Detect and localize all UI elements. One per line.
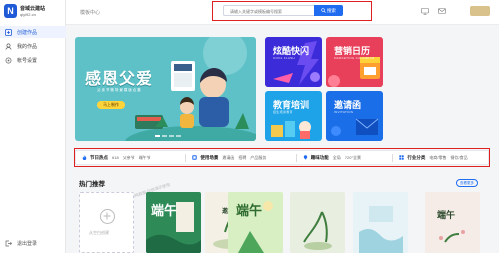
template-tile[interactable]: 端午 (228, 192, 283, 253)
promo-card-flash[interactable]: 炫酷快闪 COOL FLASH (265, 37, 322, 87)
tile-title: 端午 (236, 203, 263, 218)
fun-icon (303, 155, 308, 160)
banner-title: 感恩父爱 (85, 71, 154, 88)
filter-tag[interactable]: 618 (112, 155, 119, 160)
filter-group-fun: 趣味功能 全局 720°全景 (297, 150, 390, 165)
filter-tag[interactable]: 招聘 (238, 155, 246, 161)
template-tile[interactable]: 端午 (146, 192, 201, 253)
sidebar-item-create[interactable]: 创建作品 (0, 26, 66, 38)
works-icon (5, 43, 12, 50)
breadcrumb[interactable]: 模板中心 (80, 9, 100, 16)
banner-cta-button[interactable]: 马上制作 (97, 101, 125, 109)
filter-tag[interactable]: 720°全景 (345, 155, 361, 161)
filter-tag[interactable]: 邀请函 (222, 155, 234, 161)
search-input[interactable] (226, 7, 312, 15)
plus-icon (100, 209, 115, 224)
carousel-dot[interactable] (162, 135, 167, 137)
filter-tag[interactable]: 全局 (333, 155, 341, 161)
top-icons (421, 8, 446, 15)
fire-icon (82, 155, 87, 160)
tile-artwork (303, 211, 332, 250)
sidebar-item-works[interactable]: 我的作品 (0, 40, 66, 52)
promo-card-subtitle: MARKETING CALENDAR (334, 56, 375, 60)
filter-group-scene: 使用场景 邀请函 招聘 产品服务 (186, 150, 292, 165)
filter-group-festival: 节日热点 618 父亲节 端午节 (76, 150, 182, 165)
template-tile[interactable] (290, 192, 345, 253)
carousel-dot[interactable] (176, 135, 181, 137)
filter-heading[interactable]: 趣味功能 (311, 155, 329, 161)
filter-tag[interactable]: 餐饮/食品 (451, 155, 468, 161)
template-tile[interactable]: 端午 (425, 192, 480, 253)
carousel-dot[interactable] (169, 135, 174, 137)
sidebar: N 音域云建站 qiyi92.cn 创建作品 我的作品 帐号设置 退出登录 (0, 0, 66, 253)
avatar[interactable] (470, 6, 490, 16)
hero-banner[interactable]: 感恩父爱 父 亲 节 微 场 景 模 版 合 集 马上制作 (75, 37, 256, 141)
filter-tag[interactable]: 父亲节 (123, 155, 135, 161)
search-box: 搜索 (223, 5, 343, 16)
logout-button[interactable]: 退出登录 (5, 240, 37, 247)
blank-template-label: 从空白创建 (89, 230, 109, 235)
search-button[interactable]: 搜索 (314, 5, 343, 16)
message-icon[interactable] (438, 8, 446, 15)
promo-card-education[interactable]: 教育培训 招生培训教育 (265, 91, 322, 141)
template-tile[interactable] (353, 192, 408, 253)
banner-subtitle: 父 亲 节 微 场 景 模 版 合 集 (97, 88, 141, 92)
carousel-dot[interactable] (155, 135, 160, 137)
brand-logo[interactable]: N 音域云建站 qiyi92.cn (4, 4, 62, 20)
filter-tag[interactable]: 电商/零售 (429, 155, 446, 161)
promo-card-invitation[interactable]: 邀请函 INVITATION (326, 91, 383, 141)
scene-icon (192, 155, 198, 160)
create-icon (5, 28, 12, 36)
app-window: N 音域云建站 qiyi92.cn 创建作品 我的作品 帐号设置 退出登录 模板… (0, 0, 499, 253)
tile-artwork (359, 206, 403, 253)
category-filter-bar: 节日热点 618 父亲节 端午节 使用场景 邀请函 招聘 产品服务 趣味功能 全… (75, 150, 489, 165)
settings-icon (5, 57, 12, 64)
section-title: 热门推荐 (79, 181, 105, 188)
promo-card-subtitle: 招生培训教育 (273, 110, 293, 114)
filter-group-industry: 行业分类 电商/零售 餐饮/食品 (393, 150, 488, 165)
filter-heading[interactable]: 行业分类 (407, 155, 425, 161)
sidebar-item-label: 帐号设置 (17, 57, 38, 64)
topbar: 模板中心 搜索 (66, 0, 499, 25)
brand-name: 音域云建站 (20, 6, 46, 12)
promo-card-subtitle: COOL FLASH (273, 56, 295, 60)
logo-mark: N (4, 4, 17, 18)
sidebar-item-label: 创建作品 (17, 29, 38, 36)
tile-title: 端午 (151, 203, 178, 218)
tile-artwork (439, 230, 465, 243)
filter-tag[interactable]: 端午节 (139, 155, 151, 161)
logout-label: 退出登录 (17, 241, 38, 247)
filter-heading[interactable]: 节日热点 (90, 155, 108, 161)
view-more-button[interactable]: 查看更多 (456, 179, 478, 187)
promo-card-subtitle: INVITATION (334, 110, 354, 114)
monitor-icon[interactable] (421, 8, 429, 15)
sidebar-item-settings[interactable]: 帐号设置 (0, 54, 66, 66)
search-icon (321, 8, 326, 13)
tile-title: 端午 (437, 210, 456, 220)
filter-heading[interactable]: 使用场景 (200, 155, 218, 161)
promo-card-calendar[interactable]: 营销日历 MARKETING CALENDAR (326, 37, 383, 87)
brand-domain: qiyi92.cn (20, 12, 36, 17)
blank-template-tile[interactable]: 从空白创建 (79, 192, 134, 253)
search-button-label: 搜索 (327, 7, 336, 13)
carousel-dots (155, 135, 181, 137)
filter-tag[interactable]: 产品服务 (250, 155, 266, 161)
logout-icon (5, 240, 12, 247)
industry-icon (399, 155, 405, 160)
sidebar-item-label: 我的作品 (17, 43, 38, 50)
